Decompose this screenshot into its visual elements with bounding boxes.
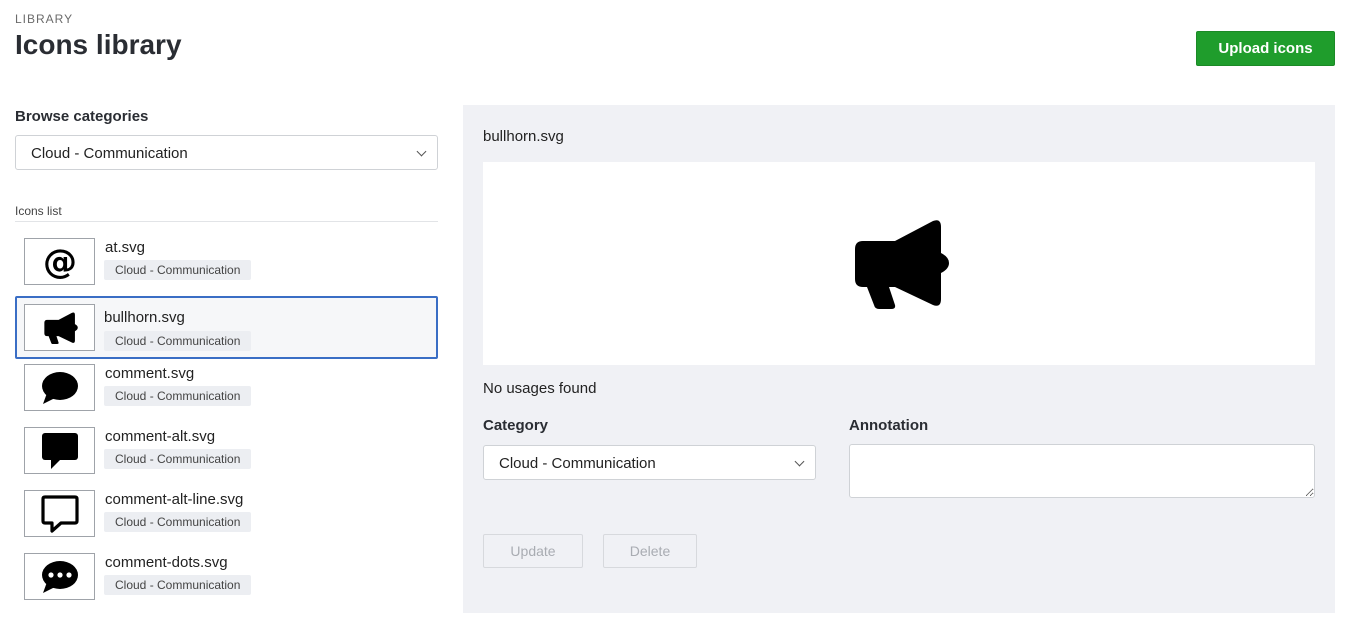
category-badge: Cloud - Communication [104,575,252,595]
comment-alt-line-icon [40,494,79,533]
icons-list-header: Icons list [15,204,438,222]
categories-panel: Browse categories Cloud - Communication … [15,100,438,611]
icon-file-name: at.svg [105,239,146,256]
category-select[interactable]: Cloud - Communication [483,445,816,480]
category-badge: Cloud - Communication [104,260,252,280]
update-button[interactable]: Update [483,534,583,568]
icon-thumbnail [24,490,95,537]
icon-thumbnail [24,304,95,351]
chevron-down-icon [416,146,427,157]
icon-file-name: comment.svg [105,365,195,382]
list-item-at[interactable]: @ at.svg Cloud - Communication [15,233,438,296]
comment-alt-icon [41,432,78,469]
icon-thumbnail [24,427,95,474]
browse-categories-select[interactable]: Cloud - Communication [15,135,438,170]
browse-categories-value: Cloud - Communication [31,145,188,162]
selected-icon-name: bullhorn.svg [483,128,564,145]
icon-file-name: comment-dots.svg [105,554,228,571]
usages-status: No usages found [483,380,597,397]
category-select-value: Cloud - Communication [499,455,656,472]
bullhorn-icon [855,219,949,309]
list-item-comment-dots[interactable]: comment-dots.svg Cloud - Communication [15,548,438,611]
icon-preview [483,162,1315,365]
bullhorn-icon [43,311,78,344]
list-item-comment[interactable]: comment.svg Cloud - Communication [15,359,438,422]
category-badge: Cloud - Communication [104,386,252,406]
icons-list: @ at.svg Cloud - Communication bullhorn.… [15,233,438,611]
list-item-comment-alt[interactable]: comment-alt.svg Cloud - Communication [15,422,438,485]
icon-thumbnail [24,364,95,411]
comment-dots-icon [41,560,78,593]
icon-file-name: comment-alt.svg [105,428,216,445]
category-badge: Cloud - Communication [104,331,252,351]
category-badge: Cloud - Communication [104,512,252,532]
icon-thumbnail: @ [24,238,95,285]
list-item-comment-alt-line[interactable]: comment-alt-line.svg Cloud - Communicati… [15,485,438,548]
breadcrumb-library: LIBRARY [15,12,74,26]
upload-icons-button[interactable]: Upload icons [1196,31,1335,66]
delete-button[interactable]: Delete [603,534,697,568]
svg-text:@: @ [43,243,77,281]
annotation-field[interactable] [849,444,1315,498]
chevron-down-icon [794,456,805,467]
list-item-bullhorn[interactable]: bullhorn.svg Cloud - Communication [15,296,438,359]
browse-categories-label: Browse categories [15,108,149,125]
icon-file-name: bullhorn.svg [104,309,185,326]
at-icon: @ [43,243,77,281]
category-badge: Cloud - Communication [104,449,252,469]
category-label: Category [483,417,549,434]
comment-icon [41,371,78,404]
page-title: Icons library [15,29,182,60]
icon-file-name: comment-alt-line.svg [105,491,244,508]
annotation-label: Annotation [849,417,929,434]
icon-thumbnail [24,553,95,600]
icon-detail-panel: bullhorn.svg No usages found Category Cl… [463,105,1335,613]
